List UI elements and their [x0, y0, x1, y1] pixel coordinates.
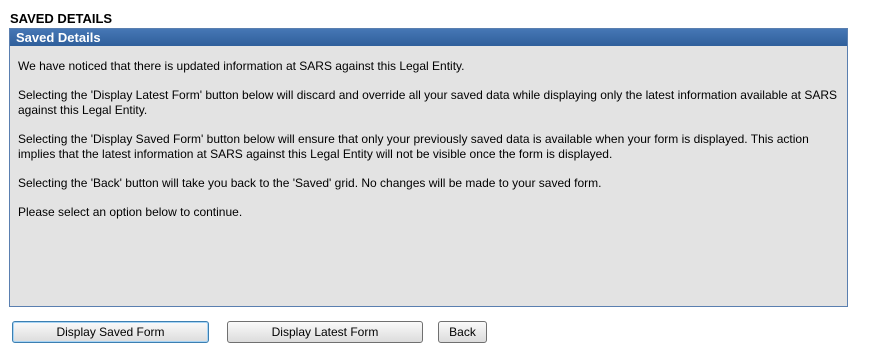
latest-form-explanation: Selecting the 'Display Latest Form' butt…	[18, 88, 838, 117]
panel-header: Saved Details	[10, 29, 847, 46]
display-saved-form-button[interactable]: Display Saved Form	[12, 321, 209, 343]
back-explanation: Selecting the 'Back' button will take yo…	[18, 176, 602, 190]
page-title: SAVED DETAILS	[10, 11, 113, 26]
saved-details-page: SAVED DETAILS Saved Details We have noti…	[0, 0, 869, 353]
back-button[interactable]: Back	[438, 321, 487, 343]
saved-form-explanation: Selecting the 'Display Saved Form' butto…	[18, 132, 809, 161]
saved-details-panel: Saved Details We have noticed that there…	[9, 28, 848, 307]
display-latest-form-button[interactable]: Display Latest Form	[227, 321, 423, 343]
notice-paragraph: We have noticed that there is updated in…	[18, 59, 465, 73]
panel-body: We have noticed that there is updated in…	[10, 46, 847, 220]
instruction-text: Please select an option below to continu…	[18, 205, 243, 219]
